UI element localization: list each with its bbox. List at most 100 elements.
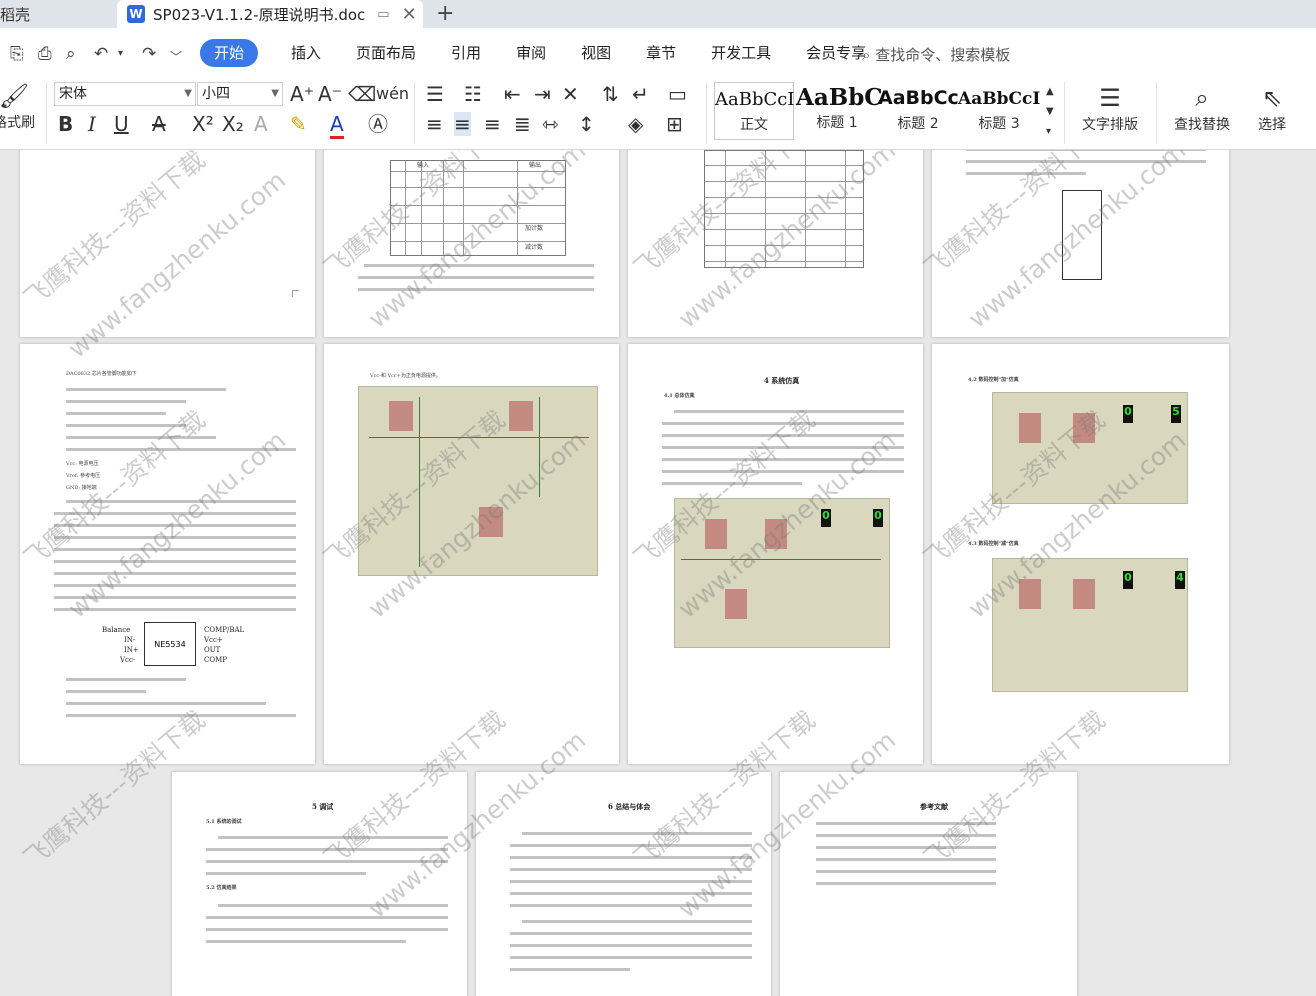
justify-icon[interactable]: ≣ [514, 112, 531, 136]
menu-items: 开始 插入 页面布局 引用 审阅 视图 章节 开发工具 会员专享 [200, 39, 901, 67]
italic-icon[interactable]: I [88, 112, 96, 136]
menu-review[interactable]: 审阅 [516, 39, 546, 67]
styles-more-icon[interactable]: ▾ [1046, 120, 1051, 144]
font-size-select[interactable]: 小四 ▼ [197, 82, 283, 106]
undo-icon[interactable]: ↶ [94, 44, 108, 64]
page9-subheading-2: 5.2 仿真结果 [206, 885, 237, 891]
style-heading-3-name: 标题 3 [978, 116, 1020, 132]
bullet-list-icon[interactable]: ☰ [426, 82, 444, 106]
line-spacing-icon[interactable]: ↕ [578, 112, 595, 136]
superscript-icon[interactable]: X² [192, 112, 214, 136]
truth-table: 输入 输出 加计数 减计数 [390, 160, 566, 256]
text-line [966, 172, 1086, 175]
redo-icon[interactable]: ↷ [142, 44, 156, 64]
table-row [705, 261, 863, 262]
shrink-font-icon[interactable]: A⁻ [318, 82, 342, 106]
borders-icon[interactable]: ⊞ [666, 112, 683, 136]
close-icon[interactable]: ✕ [402, 4, 417, 25]
menu-references[interactable]: 引用 [451, 39, 481, 67]
page-11: 参考文献 [780, 772, 1077, 996]
pin-vcc-minus: Vcc- [120, 656, 136, 664]
highlight-icon[interactable]: ✎ [290, 112, 307, 136]
style-normal[interactable]: AaBbCcI 正文 [714, 82, 794, 140]
text-line [54, 584, 296, 587]
phonetic-guide-icon[interactable]: wén [376, 82, 409, 106]
page5-line-3: Vref: 参考电压 [66, 473, 101, 479]
more-chevron-icon[interactable]: ﹀ [170, 48, 182, 65]
menu-developer[interactable]: 开发工具 [711, 39, 771, 67]
underline-icon[interactable]: U [114, 112, 129, 136]
tab-docer[interactable]: 稻壳 [0, 0, 115, 28]
table-row [391, 171, 565, 172]
text-line [510, 856, 752, 859]
table-row [391, 205, 565, 206]
text-line [510, 892, 752, 895]
ic-block [705, 519, 727, 549]
wire [419, 397, 420, 567]
table-row [391, 241, 565, 242]
page-4 [932, 150, 1229, 337]
sort-icon[interactable]: ⇅ [602, 82, 619, 106]
shading-icon[interactable]: ◈ [628, 112, 643, 136]
screen-icon[interactable]: ▭ [377, 7, 389, 22]
print-icon[interactable]: ⎙ [38, 44, 52, 64]
ruler-icon[interactable]: ▭ [668, 82, 687, 106]
menu-member[interactable]: 会员专享 [806, 39, 866, 67]
table-row [705, 165, 863, 166]
table-col [805, 151, 806, 267]
format-painter-button[interactable]: 🖌 格式刷 [0, 80, 40, 132]
select-button[interactable]: ⇖ 选择 [1244, 82, 1300, 134]
show-marks-icon[interactable]: ↵ [632, 82, 649, 106]
text-line [206, 916, 448, 919]
cursor-arrow-icon: ⇖ [1261, 84, 1283, 112]
align-left-icon[interactable]: ≡ [426, 112, 443, 136]
align-right-icon[interactable]: ≡ [484, 112, 501, 136]
numbered-list-icon[interactable]: ☷ [464, 82, 482, 106]
font-color-icon[interactable]: A [330, 112, 344, 139]
style-heading-1[interactable]: AaBbC 标题 1 [796, 82, 883, 140]
page-3 [628, 150, 923, 337]
style-heading-3[interactable]: AaBbCcI 标题 3 [958, 82, 1040, 140]
subscript-icon[interactable]: X₂ [222, 112, 244, 136]
save-icon[interactable]: ⎘ [10, 44, 24, 64]
menu-insert[interactable]: 插入 [291, 39, 321, 67]
text-line [510, 844, 752, 847]
bold-icon[interactable]: B [58, 112, 73, 136]
undo-dropdown-icon[interactable]: ▾ [118, 48, 123, 59]
page-1 [20, 150, 315, 337]
text-effect-icon[interactable]: A [254, 112, 268, 136]
menu-home[interactable]: 开始 [200, 39, 259, 67]
chinese-layout-icon[interactable]: ✕ [562, 82, 579, 106]
find-replace-button[interactable]: ⌕ 查找替换 [1164, 82, 1240, 134]
menu-page-layout[interactable]: 页面布局 [356, 39, 416, 67]
tab-document[interactable]: W SP023-V1.1.2-原理说明书.doc ▭ ✕ [117, 0, 423, 28]
new-tab-button[interactable]: + [436, 1, 454, 26]
print-preview-icon[interactable]: ⌕ [66, 44, 76, 64]
table-col [765, 151, 766, 267]
increase-indent-icon[interactable]: ⇥ [534, 82, 551, 106]
text-layout-button[interactable]: ☰ 文字排版 [1072, 82, 1148, 134]
text-line [816, 846, 996, 849]
decrease-indent-icon[interactable]: ⇤ [504, 82, 521, 106]
document-canvas[interactable]: 输入 输出 加计数 减计数 DAC0832 芯片各管脚功能如下 Vcc: 电源电… [0, 150, 1316, 996]
strikethrough-icon[interactable]: A [152, 112, 166, 136]
menu-view[interactable]: 视图 [581, 39, 611, 67]
text-line [510, 904, 752, 907]
text-line [66, 400, 186, 403]
divider [414, 82, 415, 144]
distributed-icon[interactable]: ⇿ [542, 112, 559, 136]
align-center-icon[interactable]: ≡ [454, 112, 471, 136]
text-line [54, 524, 296, 527]
grow-font-icon[interactable]: A⁺ [290, 82, 314, 106]
menu-chapter[interactable]: 章节 [646, 39, 676, 67]
text-line [206, 848, 448, 851]
dac-chip-diagram [1062, 190, 1102, 280]
text-line [206, 860, 448, 863]
style-heading-1-sample: AaBbC [796, 84, 883, 111]
clear-format-icon[interactable]: ⌫ [348, 82, 376, 106]
font-name-select[interactable]: 宋体 ▼ [54, 82, 196, 106]
magnifier-icon: ⌕ [1195, 84, 1209, 112]
command-search[interactable]: ⌕ 查找命令、搜索模板 [862, 44, 1010, 65]
style-heading-2[interactable]: AaBbCc 标题 2 [878, 82, 959, 140]
char-border-icon[interactable]: Ⓐ [368, 112, 388, 136]
